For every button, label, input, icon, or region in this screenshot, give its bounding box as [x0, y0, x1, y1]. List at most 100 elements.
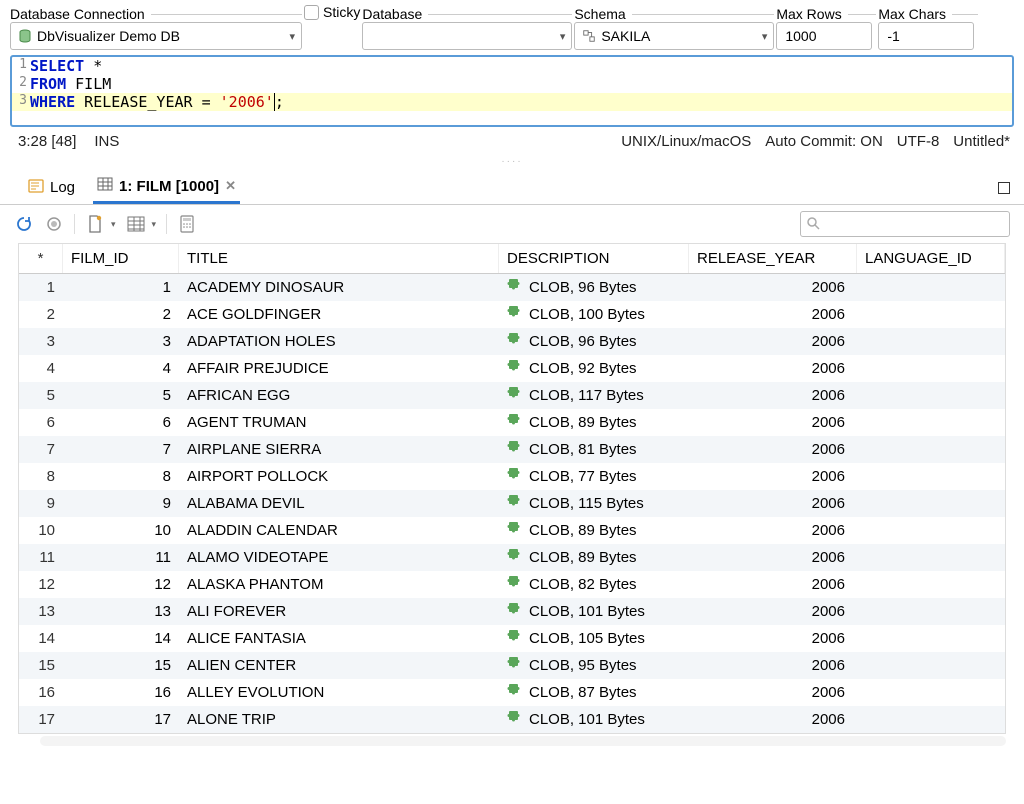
search-input[interactable] [800, 211, 1010, 237]
cell-film-id: 13 [63, 603, 179, 620]
horizontal-scrollbar[interactable] [40, 736, 1006, 746]
refresh-button[interactable] [14, 214, 34, 234]
col-rownum[interactable]: * [19, 244, 63, 273]
new-document-button[interactable] [85, 214, 105, 234]
document-title: Untitled* [953, 133, 1010, 150]
sql-editor[interactable]: 1 SELECT * 2 FROM FILM 3 WHERE RELEASE_Y… [10, 55, 1014, 127]
insert-mode: INS [94, 133, 119, 150]
cell-release-year: 2006 [689, 468, 857, 485]
sticky-group: Sticky [304, 2, 360, 20]
search-icon [806, 216, 820, 233]
cell-rownum: 10 [19, 522, 63, 539]
puzzle-icon [507, 629, 523, 649]
puzzle-icon [507, 683, 523, 703]
cell-description: CLOB, 89 Bytes [499, 548, 689, 568]
grid-body: 11ACADEMY DINOSAURCLOB, 96 Bytes200622AC… [19, 274, 1005, 733]
cell-description: CLOB, 115 Bytes [499, 494, 689, 514]
linebreak-mode[interactable]: UNIX/Linux/macOS [621, 133, 751, 150]
database-connection-group: Database Connection DbVisualizer Demo DB… [10, 6, 302, 50]
separator [166, 214, 167, 234]
sticky-label: Sticky [323, 4, 360, 20]
log-icon [28, 179, 44, 197]
record-button[interactable] [44, 214, 64, 234]
cell-description: CLOB, 96 Bytes [499, 278, 689, 298]
puzzle-icon [507, 278, 523, 298]
cell-description: CLOB, 81 Bytes [499, 440, 689, 460]
cell-description: CLOB, 89 Bytes [499, 521, 689, 541]
table-row[interactable]: 33ADAPTATION HOLESCLOB, 96 Bytes2006 [19, 328, 1005, 355]
table-row[interactable]: 99ALABAMA DEVILCLOB, 115 Bytes2006 [19, 490, 1005, 517]
col-language-id[interactable]: LANGUAGE_ID [857, 244, 1005, 273]
max-rows-input[interactable] [776, 22, 872, 50]
table-row[interactable]: 1313ALI FOREVERCLOB, 101 Bytes2006 [19, 598, 1005, 625]
cell-film-id: 6 [63, 414, 179, 431]
table-row[interactable]: 1010ALADDIN CALENDARCLOB, 89 Bytes2006 [19, 517, 1005, 544]
col-description[interactable]: DESCRIPTION [499, 244, 689, 273]
cell-rownum: 4 [19, 360, 63, 377]
cursor-position: 3:28 [48] [18, 133, 76, 150]
table-row[interactable]: 44AFFAIR PREJUDICECLOB, 92 Bytes2006 [19, 355, 1005, 382]
col-title[interactable]: TITLE [179, 244, 499, 273]
cell-description: CLOB, 100 Bytes [499, 305, 689, 325]
autocommit-status[interactable]: Auto Commit: ON [765, 133, 883, 150]
cell-rownum: 8 [19, 468, 63, 485]
cell-rownum: 14 [19, 630, 63, 647]
schema-label: Schema [574, 6, 631, 22]
schema-combo[interactable]: SAKILA ▾ [574, 22, 774, 50]
chevron-down-icon[interactable]: ▾ [111, 219, 116, 230]
cell-description: CLOB, 95 Bytes [499, 656, 689, 676]
table-row[interactable]: 1414ALICE FANTASIACLOB, 105 Bytes2006 [19, 625, 1005, 652]
database-connection-label: Database Connection [10, 6, 151, 22]
cell-release-year: 2006 [689, 522, 857, 539]
cell-release-year: 2006 [689, 441, 857, 458]
table-row[interactable]: 55AFRICAN EGGCLOB, 117 Bytes2006 [19, 382, 1005, 409]
table-row[interactable]: 1717ALONE TRIPCLOB, 101 Bytes2006 [19, 706, 1005, 733]
tab-log[interactable]: Log [24, 173, 79, 203]
cell-title: ALADDIN CALENDAR [179, 522, 499, 539]
cell-release-year: 2006 [689, 414, 857, 431]
cell-description: CLOB, 77 Bytes [499, 467, 689, 487]
cell-title: AFFAIR PREJUDICE [179, 360, 499, 377]
cell-rownum: 15 [19, 657, 63, 674]
cell-description: CLOB, 89 Bytes [499, 413, 689, 433]
table-row[interactable]: 1515ALIEN CENTERCLOB, 95 Bytes2006 [19, 652, 1005, 679]
chevron-down-icon[interactable]: ▾ [152, 219, 157, 230]
cell-release-year: 2006 [689, 657, 857, 674]
cell-release-year: 2006 [689, 495, 857, 512]
close-icon[interactable]: ✕ [225, 178, 236, 194]
maximize-button[interactable] [998, 182, 1010, 194]
table-row[interactable]: 1111ALAMO VIDEOTAPECLOB, 89 Bytes2006 [19, 544, 1005, 571]
grid-header: * FILM_ID TITLE DESCRIPTION RELEASE_YEAR… [19, 244, 1005, 274]
table-row[interactable]: 22ACE GOLDFINGERCLOB, 100 Bytes2006 [19, 301, 1005, 328]
database-label: Database [362, 6, 428, 22]
tab-log-label: Log [50, 179, 75, 196]
table-row[interactable]: 1616ALLEY EVOLUTIONCLOB, 87 Bytes2006 [19, 679, 1005, 706]
grid-view-button[interactable] [126, 214, 146, 234]
tab-result-1[interactable]: 1: FILM [1000] ✕ [93, 171, 240, 204]
line-number: 2 [12, 75, 30, 93]
calculator-button[interactable] [177, 214, 197, 234]
database-icon [17, 28, 33, 44]
database-combo[interactable]: ▾ [362, 22, 572, 50]
table-row[interactable]: 66AGENT TRUMANCLOB, 89 Bytes2006 [19, 409, 1005, 436]
col-film-id[interactable]: FILM_ID [63, 244, 179, 273]
col-release-year[interactable]: RELEASE_YEAR [689, 244, 857, 273]
puzzle-icon [507, 413, 523, 433]
cell-release-year: 2006 [689, 360, 857, 377]
table-row[interactable]: 11ACADEMY DINOSAURCLOB, 96 Bytes2006 [19, 274, 1005, 301]
editor-status-bar: 3:28 [48] INS UNIX/Linux/macOS Auto Comm… [0, 127, 1024, 156]
cell-rownum: 3 [19, 333, 63, 350]
max-chars-input[interactable] [878, 22, 974, 50]
table-row[interactable]: 77AIRPLANE SIERRACLOB, 81 Bytes2006 [19, 436, 1005, 463]
sticky-checkbox[interactable] [304, 5, 319, 20]
puzzle-icon [507, 440, 523, 460]
cell-release-year: 2006 [689, 711, 857, 728]
cell-release-year: 2006 [689, 279, 857, 296]
database-connection-combo[interactable]: DbVisualizer Demo DB ▾ [10, 22, 302, 50]
table-row[interactable]: 1212ALASKA PHANTOMCLOB, 82 Bytes2006 [19, 571, 1005, 598]
encoding-status[interactable]: UTF-8 [897, 133, 940, 150]
database-group: Database ▾ [362, 6, 572, 50]
table-row[interactable]: 88AIRPORT POLLOCKCLOB, 77 Bytes2006 [19, 463, 1005, 490]
splitter-handle[interactable]: ···· [0, 156, 1024, 167]
separator [74, 214, 75, 234]
